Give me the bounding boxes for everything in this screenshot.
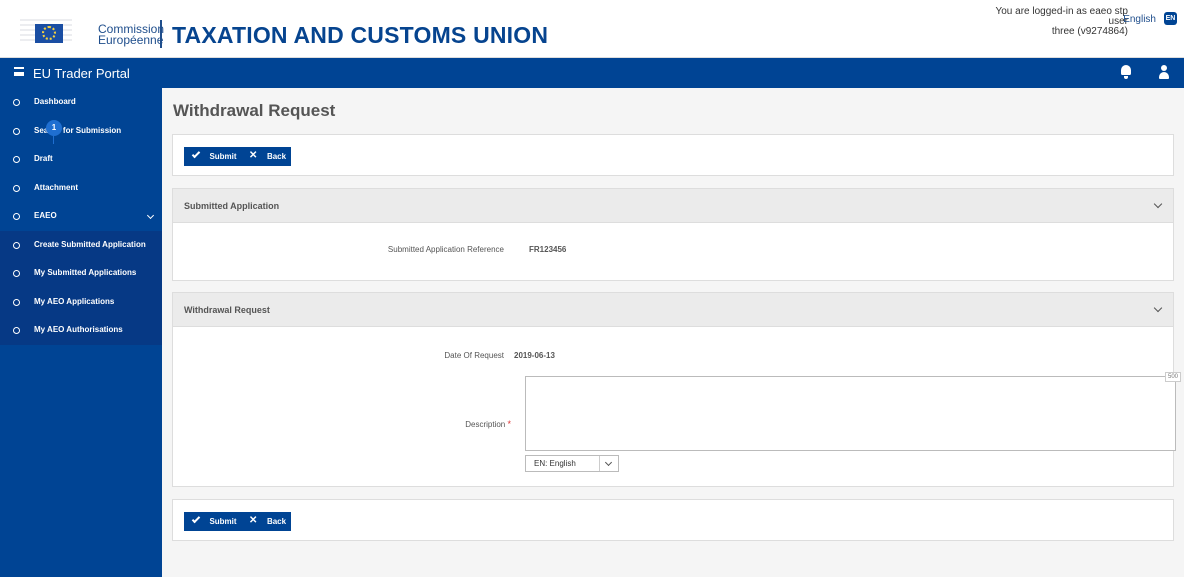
circle-icon [13,127,20,135]
sidebar-item-label: Attachment [34,182,79,192]
page-title: Withdrawal Request [173,101,336,120]
chevron-down-icon[interactable] [1153,303,1163,313]
step-badge-pointer [53,136,54,144]
submitted-application-reference-value: FR123456 [529,245,567,254]
date-of-request-value: 2019-06-13 [514,351,555,360]
language-select[interactable]: EN: English [525,455,619,472]
logged-in-user-text: You are logged-in as eaeo stp user three… [995,6,1128,37]
header-divider [160,20,162,48]
back-button[interactable]: ✕ Back [241,147,291,166]
submitted-application-reference-label: Submitted Application Reference [387,245,504,254]
description-textarea[interactable] [525,376,1176,451]
sidebar-item-my-aeo-authorisations[interactable]: My AEO Authorisations [0,316,162,345]
eu-flag-icon [35,24,63,43]
language-link[interactable]: English [1123,14,1156,25]
european-commission-logo [20,12,90,48]
sidebar-item-label: My AEO Applications [34,296,115,306]
check-icon [191,149,201,159]
chevron-down-icon[interactable] [146,211,155,220]
sidebar-item-draft[interactable]: Draft [0,145,162,174]
sidebar-item-my-submitted-applications[interactable]: My Submitted Applications [0,259,162,288]
top-action-panel: Submit ✕ Back [172,134,1174,176]
step-badge: 1 [46,120,62,136]
portal-navbar: EU Trader Portal [0,58,1184,88]
description-label: Description * [465,419,511,429]
sidebar-item-label: My Submitted Applications [34,268,137,277]
section-title: Submitted Application [184,201,280,211]
circle-icon [13,156,20,163]
chevron-down-icon[interactable] [1153,199,1163,209]
withdrawal-request-panel: Withdrawal Request Date Of Request 2019-… [172,292,1182,487]
section-title: Withdrawal Request [184,305,270,315]
close-icon: ✕ [249,150,258,161]
withdrawal-request-header[interactable]: Withdrawal Request [173,293,1173,327]
circle-icon [13,213,20,220]
close-icon: ✕ [249,515,258,526]
sidebar-item-label: Dashboard [34,97,76,106]
menu-icon[interactable] [14,67,24,76]
circle-icon [13,298,20,306]
circle-icon [13,270,20,277]
sidebar-item-my-aeo-applications[interactable]: My AEO Applications [0,287,162,316]
sidebar-item-label: My AEO Authorisations [34,325,123,334]
language-badge-icon[interactable]: EN [1164,12,1177,25]
sidebar-item-label: Create Submitted Application [34,239,146,249]
bell-icon[interactable] [1120,64,1132,81]
sidebar-item-attachment[interactable]: Attachment [0,174,162,203]
sidebar-item-eaeo[interactable]: EAEO [0,202,162,231]
user-icon[interactable] [1159,64,1169,81]
back-button[interactable]: ✕ Back [241,512,291,531]
portal-name[interactable]: EU Trader Portal [33,66,130,81]
site-title: TAXATION AND CUSTOMS UNION [172,22,549,48]
submitted-application-panel: Submitted Application Submitted Applicat… [172,188,1174,281]
circle-icon [13,241,20,249]
circle-icon [13,184,20,192]
sidebar-item-label: EAEO [34,211,57,220]
top-header: Commission Européenne TAXATION AND CUSTO… [0,0,1184,58]
circle-icon [13,99,20,106]
sidebar-item-dashboard[interactable]: Dashboard [0,88,162,117]
sidebar: Dashboard Search for Submission Draft At… [0,88,162,577]
check-icon [191,514,201,524]
character-limit-counter: 500 [1165,372,1182,382]
submitted-application-header[interactable]: Submitted Application [173,189,1173,223]
circle-icon [13,327,20,334]
submit-button[interactable]: Submit [184,147,241,166]
date-of-request-label: Date Of Request [444,351,504,360]
submit-button[interactable]: Submit [184,512,241,531]
chevron-down-icon[interactable] [604,458,613,467]
bottom-action-panel: Submit ✕ Back [172,499,1174,541]
sidebar-item-search-for-submission[interactable]: Search for Submission [0,117,162,146]
sidebar-item-label: Draft [34,154,53,163]
sidebar-item-create-submitted-application[interactable]: Create Submitted Application [0,230,162,259]
organization-name: Commission Européenne [98,22,165,47]
main-content: Withdrawal Request Submit ✕ Back Submitte… [162,88,1184,577]
